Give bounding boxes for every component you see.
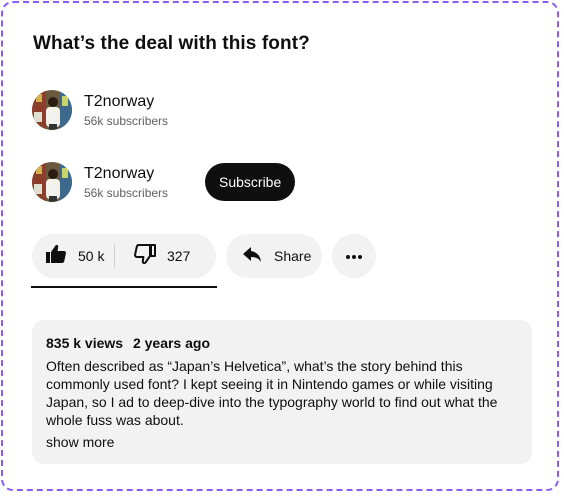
like-count: 50 k — [78, 248, 105, 264]
like-button[interactable]: 50 k — [32, 234, 114, 278]
more-dots-icon — [344, 247, 364, 265]
subscriber-count: 56k subscribers — [84, 113, 169, 128]
description-box[interactable]: 835 k views 2 years ago Often described … — [32, 320, 532, 464]
focus-underline — [31, 286, 217, 288]
action-bar: 50 k 327 Share — [32, 234, 376, 278]
channel-row: T2norway 56k subscribers — [32, 90, 193, 130]
view-count: 835 k views — [46, 335, 124, 351]
channel-name[interactable]: T2norway — [84, 92, 193, 112]
description-text: Often described as “Japan’s Helvetica”, … — [46, 358, 498, 428]
thumbs-down-icon — [133, 242, 157, 271]
subscriber-count: 56k subscribers — [84, 185, 169, 200]
share-arrow-icon — [240, 242, 264, 271]
share-button[interactable]: Share — [226, 234, 322, 278]
thumbs-up-icon — [44, 242, 68, 271]
channel-row: T2norway 56k subscribers Subscribe — [32, 162, 296, 202]
channel-avatar[interactable] — [32, 90, 72, 130]
more-actions-button[interactable] — [332, 234, 376, 278]
video-meta: 835 k views 2 years ago — [46, 334, 518, 352]
dislike-count: 327 — [167, 248, 191, 264]
channel-name[interactable]: T2norway — [84, 164, 193, 184]
show-more-link[interactable]: show more — [46, 433, 518, 451]
dislike-button[interactable]: 327 — [115, 234, 190, 278]
subscribe-button[interactable]: Subscribe — [205, 163, 296, 201]
like-dislike-group: 50 k 327 — [32, 234, 216, 278]
share-label: Share — [274, 248, 312, 264]
video-title: What’s the deal with this font? — [33, 33, 310, 54]
channel-avatar[interactable] — [32, 162, 72, 202]
upload-age: 2 years ago — [132, 335, 211, 351]
